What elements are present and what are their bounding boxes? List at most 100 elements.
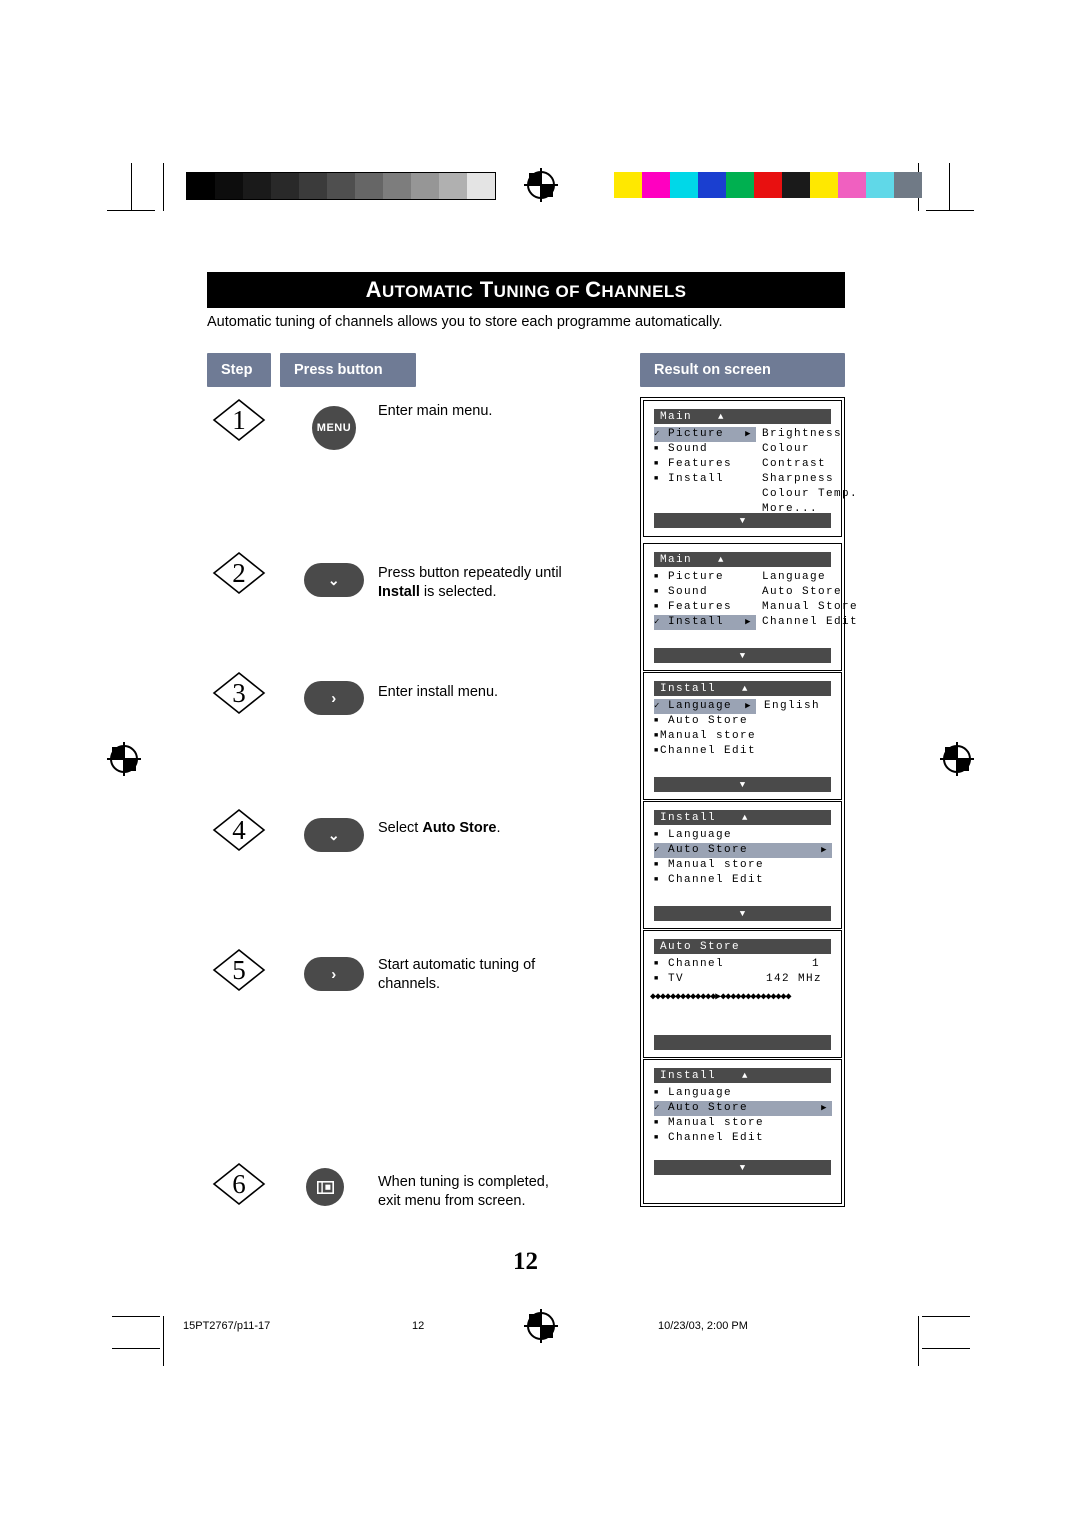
column-header-result: Result on screen	[640, 353, 845, 387]
down-arrow-icon: ▼	[739, 650, 746, 661]
osd-6-bottom-bar: ▼	[654, 1160, 831, 1175]
osd-6-title-bar: Install ▲	[654, 1068, 831, 1083]
step-number-4: 4	[212, 808, 266, 852]
step-6-line2: exit menu from screen.	[378, 1193, 526, 1209]
osd-1-item-sound[interactable]: ■ Sound	[654, 442, 756, 457]
osd-1-sub-sharpness[interactable]: Sharpness	[762, 472, 858, 487]
page-title-band: AUTOMATIC TUNING OF CHANNELS	[207, 272, 845, 308]
crop-mark-top-left-v2	[163, 163, 164, 211]
osd-5-channel-key: Channel	[668, 958, 725, 970]
osd-4-bottom-bar: ▼	[654, 906, 831, 921]
step-4-text: Select Auto Store.	[378, 819, 628, 838]
osd-3-title-bar: Install ▲	[654, 681, 831, 696]
osd-3-sub-english[interactable]: English	[764, 699, 820, 714]
exit-menu-button[interactable]	[306, 1168, 344, 1206]
up-arrow-icon: ▲	[742, 683, 749, 694]
osd-6-item-auto-store[interactable]: ✓ Auto Store ▶	[654, 1101, 832, 1116]
osd-4-item-manual-store[interactable]: ■ Manual store	[654, 858, 832, 873]
osd-5-tv-key: TV	[668, 973, 685, 985]
osd-screen-1: Main ▲ ✓ Picture ▶ ■ Sound ■ Features ■ Insta…	[643, 400, 857, 537]
osd-4-item-language[interactable]: ■ Language	[654, 828, 832, 843]
check-icon: ✓	[654, 1103, 661, 1113]
osd-1-sub-colour[interactable]: Colour	[762, 442, 858, 457]
intro-text: Automatic tuning of channels allows you …	[207, 314, 723, 330]
bullet-icon: ■	[654, 960, 660, 968]
menu-button[interactable]: MENU	[312, 406, 356, 450]
osd-2-sub-channel-edit[interactable]: Channel Edit	[762, 615, 858, 630]
up-arrow-icon: ▲	[718, 554, 725, 565]
osd-2-right-list: Language Auto Store Manual Store Channel…	[762, 570, 858, 630]
osd-2-sub-auto-store[interactable]: Auto Store	[762, 585, 858, 600]
osd-2-item-sound[interactable]: ■ Sound	[654, 585, 756, 600]
step-2-line1: Press button repeatedly until	[378, 565, 562, 581]
osd-1-sub-contrast[interactable]: Contrast	[762, 457, 858, 472]
chevron-right-icon: ›	[331, 965, 337, 983]
osd-1-item-sound-label: Sound	[668, 443, 709, 455]
bullet-icon: ■	[654, 460, 660, 468]
osd-4-item-language-label: Language	[668, 829, 733, 841]
right-arrow-icon: ▶	[745, 701, 752, 711]
osd-1-bottom-bar: ▼	[654, 513, 831, 528]
osd-screen-5: Auto Store ■ Channel 1 ■ TV 142 MHz ◆◆◆◆…	[643, 930, 842, 1058]
footer-left: 15PT2767/p11-17	[183, 1320, 271, 1332]
step-4-post: .	[496, 820, 501, 836]
osd-3-item-manual-store[interactable]: ■ Manual store	[654, 729, 756, 744]
up-arrow-icon: ▲	[718, 411, 725, 422]
osd-6-item-manual-store[interactable]: ■ Manual store	[654, 1116, 832, 1131]
osd-1-item-features[interactable]: ■ Features	[654, 457, 756, 472]
osd-5-channel-value: 1	[812, 958, 821, 970]
osd-6-item-channel-edit[interactable]: ■ Channel Edit	[654, 1131, 832, 1146]
crop-mark-bottom-left-h2	[112, 1348, 160, 1349]
down-arrow-icon: ▼	[739, 1162, 746, 1173]
bullet-icon: ■	[654, 588, 660, 596]
osd-2-sub-language[interactable]: Language	[762, 570, 858, 585]
osd-1-item-features-label: Features	[668, 458, 733, 470]
osd-1-item-install-label: Install	[668, 473, 725, 485]
osd-6-title: Install	[660, 1069, 717, 1082]
footer-center: 12	[412, 1320, 425, 1332]
osd-1-sub-brightness[interactable]: Brightness	[762, 427, 858, 442]
osd-4-title-bar: Install ▲	[654, 810, 831, 825]
right-button-step5[interactable]: ›	[304, 957, 364, 991]
chevron-right-icon: ›	[331, 689, 337, 707]
osd-2-item-picture[interactable]: ■ Picture	[654, 570, 756, 585]
crop-mark-top-left-h	[107, 210, 155, 211]
bullet-icon: ■	[654, 1134, 660, 1142]
right-arrow-icon: ▶	[821, 1103, 828, 1113]
osd-2-item-features[interactable]: ■ Features	[654, 600, 756, 615]
step-number-5: 5	[212, 948, 266, 992]
osd-screen-2: Main ▲ ■ Picture ■ Sound ■ Features ✓ Instal…	[643, 543, 857, 671]
step-2-rest: is selected.	[419, 584, 497, 600]
osd-1-sub-colour-temp[interactable]: Colour Temp.	[762, 487, 858, 502]
right-button-step3[interactable]: ›	[304, 681, 364, 715]
down-button-step4[interactable]: ⌄	[304, 818, 364, 852]
osd-screen-6: Install ▲ ■ Language ✓ Auto Store ▶ ■ Manual…	[643, 1059, 842, 1204]
osd-6-item-language[interactable]: ■ Language	[654, 1086, 832, 1101]
osd-6-item-channel-edit-label: Channel Edit	[668, 1132, 765, 1144]
bullet-icon: ■	[654, 445, 660, 453]
step-1-text: Enter main menu.	[378, 403, 493, 419]
osd-3-item-channel-edit-label: Channel Edit	[659, 745, 756, 757]
down-button[interactable]: ⌄	[304, 563, 364, 597]
manual-page: AUTOMATIC TUNING OF CHANNELS Automatic t…	[0, 0, 1080, 1528]
osd-1-item-picture[interactable]: ✓ Picture ▶	[654, 427, 756, 442]
osd-2-left-list: ■ Picture ■ Sound ■ Features ✓ Install ▶	[654, 570, 756, 630]
down-arrow-icon: ▼	[739, 779, 746, 790]
osd-6-item-auto-store-label: Auto Store	[668, 1102, 749, 1114]
osd-3-item-language[interactable]: ✓ Language ▶	[654, 699, 756, 714]
bullet-icon: ■	[654, 603, 660, 611]
check-icon: ✓	[654, 429, 661, 439]
osd-4-item-channel-edit[interactable]: ■ Channel Edit	[654, 873, 832, 888]
osd-1-item-install[interactable]: ■ Install	[654, 472, 756, 487]
column-header-step: Step	[207, 353, 271, 387]
osd-3-item-channel-edit[interactable]: ■ Channel Edit	[654, 744, 756, 759]
bullet-icon: ■	[654, 717, 660, 725]
osd-6-item-language-label: Language	[668, 1087, 733, 1099]
up-arrow-icon: ▲	[742, 812, 749, 823]
osd-3-item-auto-store[interactable]: ■ Auto Store	[654, 714, 756, 729]
osd-2-item-install[interactable]: ✓ Install ▶	[654, 615, 756, 630]
osd-6-item-manual-store-label: Manual store	[668, 1117, 765, 1129]
osd-4-item-auto-store[interactable]: ✓ Auto Store ▶	[654, 843, 832, 858]
osd-2-sub-manual-store[interactable]: Manual Store	[762, 600, 858, 615]
step-2-bold: Install	[378, 584, 420, 600]
